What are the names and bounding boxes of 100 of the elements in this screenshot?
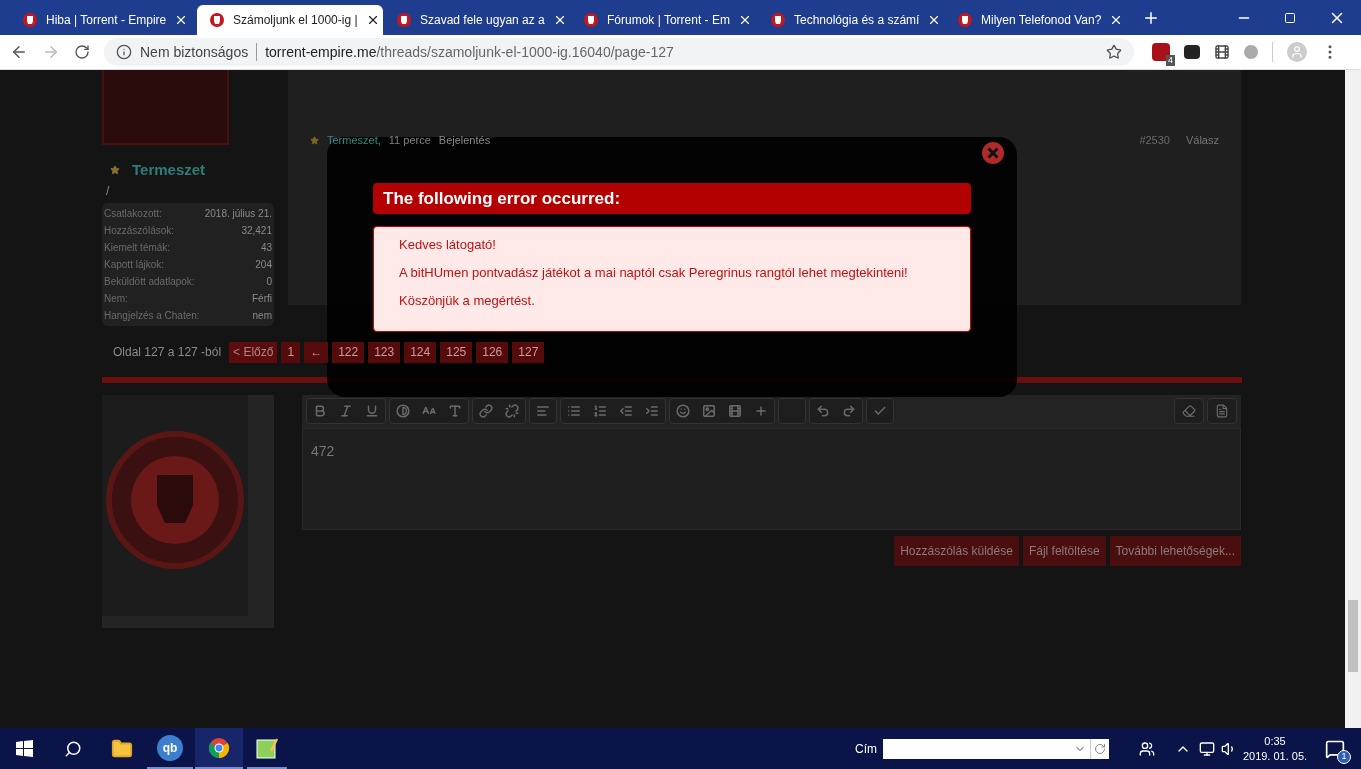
page-button[interactable]: 122 [332,341,365,363]
user-title: / [105,182,111,200]
font-icon[interactable] [448,404,462,418]
browser-tab[interactable]: Fórumok | Torrent - Em [571,5,757,35]
film-icon[interactable] [728,404,742,418]
post-author[interactable]: Termeszet, [327,132,381,149]
align-left-icon[interactable] [536,404,550,418]
previous-page-button[interactable]: < Előző [229,341,278,363]
undo-icon[interactable] [816,404,830,418]
eraser-icon[interactable] [1182,404,1196,418]
star-icon [310,135,319,145]
folder-icon[interactable] [111,737,133,760]
page-button[interactable]: 123 [368,341,401,363]
unlink-icon[interactable] [505,404,519,418]
message-textarea[interactable]: 472 [302,427,1241,530]
page-button[interactable]: 126 [476,341,509,363]
error-message: Köszönjük a megértést. [399,293,536,309]
address-toolbar-label: Cím [855,740,877,758]
stat-value: 2018. július 21. [204,206,272,221]
new-tab-icon[interactable] [1142,9,1160,27]
smiley-icon[interactable] [676,404,690,418]
action-button[interactable]: További lehetőségek... [1109,535,1241,566]
post-number[interactable]: #2530 [1139,132,1170,149]
page-button[interactable]: 124 [404,341,437,363]
notepad-icon[interactable] [256,736,278,759]
page-button[interactable]: 1 [281,341,301,363]
clock[interactable]: 0:35 2019. 01. 05. [1243,733,1307,764]
document-icon[interactable] [1215,404,1229,418]
italic-icon[interactable] [339,404,353,418]
stat-value: 0 [266,274,272,289]
check-icon[interactable] [873,404,887,418]
bold-icon[interactable] [313,404,327,418]
tab-title: Milyen Telefonod Van? [981,12,1102,29]
refresh-icon[interactable] [1094,742,1106,755]
page-button[interactable]: ← [304,341,329,363]
reply-link[interactable]: Válasz [1185,132,1219,149]
extension-badge: 4 [1166,55,1175,66]
stat-label: Csatlakozott: [104,206,162,221]
stat-label: Hozzászólások: [104,223,175,238]
stat-label: Kapott lájkok: [104,257,165,272]
reload-icon[interactable] [74,44,90,60]
maximize-icon[interactable] [1284,11,1296,24]
stat-value: nem [252,308,272,323]
browser-tab[interactable]: Szavad fele ugyan az a [384,5,570,35]
page-count-label: Oldal 127 a 127 -ból [113,344,222,361]
post-time: 11 perce [388,133,431,148]
browser-tab[interactable]: Hiba | Torrent - Empire [10,5,196,35]
stat-value: 43 [260,240,272,255]
tab-title: Fórumok | Torrent - Em [607,12,730,29]
page-button[interactable]: 125 [440,341,473,363]
stat-label: Kiemelt témák: [104,240,171,255]
url-text: torrent-empire.me/threads/szamoljunk-el-1000-ig.16040/page-127 [265,42,674,62]
chrome-icon[interactable] [208,736,230,759]
page-button[interactable]: 127 [512,341,545,363]
forward-icon[interactable] [42,43,60,61]
error-message: A bitHUmen pontvadász játékot a mai naptól csak Peregrinus rangtól lehet megtekinteni! [399,265,909,281]
bullet-list-icon[interactable] [567,404,581,418]
action-button[interactable]: Fájl feltöltése [1022,535,1106,566]
error-message: Kedves látogató! [399,237,497,253]
underline-icon[interactable] [365,404,379,418]
film-reel-icon[interactable] [1214,44,1230,60]
bookmark-star-icon[interactable] [1106,44,1122,60]
report-link[interactable]: Bejelentés [438,132,491,149]
search-icon[interactable] [64,739,82,758]
stat-value: Férfi [252,291,272,306]
redo-icon[interactable] [842,404,856,418]
stat-value: 204 [255,257,272,272]
error-header: The following error occurred: [373,183,971,214]
star-icon [110,165,120,176]
browser-tab[interactable]: Számoljunk el 1000-ig | [197,5,383,35]
plus-icon[interactable] [754,404,768,418]
address-bar[interactable]: Nem biztonságos torrent-empire.me/threads/szamoljunk-el-1000-ig.16040/page-127 [104,38,1134,66]
close-icon[interactable] [981,141,1005,165]
extension-icon[interactable] [1184,45,1200,59]
stat-label: Beküldött adatlapok: [104,274,195,289]
address-input[interactable] [883,738,1109,759]
info-icon [116,44,132,60]
notifications-icon[interactable] [1325,738,1345,759]
indent-icon[interactable] [645,404,659,418]
action-button[interactable]: Hozzászólás küldése [894,535,1019,566]
clock-date: 2019. 01. 05. [1242,748,1308,764]
tab-title: Hiba | Torrent - Empire [46,12,167,29]
network-icon[interactable] [1199,740,1215,757]
link-icon[interactable] [479,404,493,418]
stat-label: Hangjelzés a Chaten: [104,308,200,323]
image-icon[interactable] [702,404,716,418]
stat-value: 32,421 [241,223,272,238]
numbered-list-icon[interactable] [593,404,607,418]
outdent-icon[interactable] [619,404,633,418]
windows-logo-icon[interactable] [16,740,33,757]
tab-title: Technológia és a számí [794,12,920,29]
contrast-icon[interactable] [396,404,410,418]
browser-tab[interactable]: Milyen Telefonod Van? [945,5,1131,35]
qbittorrent-icon[interactable]: qb [157,734,183,761]
username[interactable]: Termeszet [132,159,206,182]
people-icon[interactable] [1139,740,1155,757]
security-label: Nem biztonságos [140,42,249,62]
back-icon[interactable] [10,43,28,61]
browser-tab[interactable]: Technológia és a számí [758,5,944,35]
tab-title: Szavad fele ugyan az a [420,12,545,29]
